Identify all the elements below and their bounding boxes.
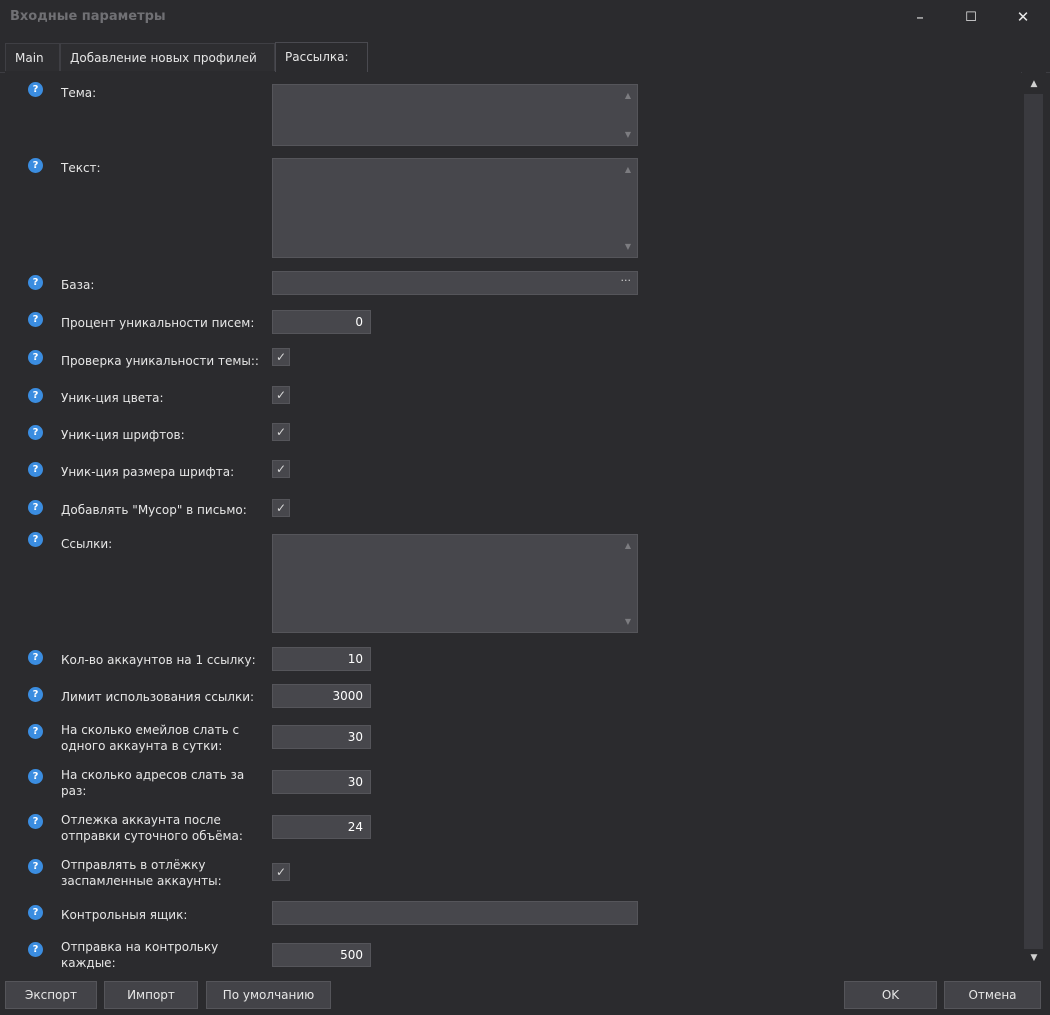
help-icon[interactable]: ? xyxy=(28,388,43,403)
scroll-up-icon[interactable]: ▲ xyxy=(1022,74,1046,94)
baza-input[interactable]: ··· xyxy=(272,271,638,295)
send-spammed-checkbox[interactable]: ✓ xyxy=(272,863,290,881)
help-icon[interactable]: ? xyxy=(28,859,43,874)
control-box-input[interactable] xyxy=(272,901,638,925)
scroll-up-icon[interactable]: ▲ xyxy=(623,91,633,100)
tema-textarea[interactable]: ▲ ▼ xyxy=(272,84,638,146)
color-label: Уник-ция цвета: xyxy=(61,391,164,405)
baza-label: База: xyxy=(61,278,95,292)
scroll-down-icon[interactable]: ▼ xyxy=(1022,948,1046,968)
link-limit-label: Лимит использования ссылки: xyxy=(61,690,255,704)
links-textarea[interactable]: ▲ ▼ xyxy=(272,534,638,633)
control-every-label-1: Отправка на контрольку xyxy=(61,940,219,954)
font-size-checkbox[interactable]: ✓ xyxy=(272,460,290,478)
scroll-thumb[interactable] xyxy=(1024,94,1043,949)
cooldown-input[interactable]: 24 xyxy=(272,815,371,839)
help-icon[interactable]: ? xyxy=(28,650,43,665)
help-icon[interactable]: ? xyxy=(28,158,43,173)
emails-per-day-input[interactable]: 30 xyxy=(272,725,371,749)
cooldown-label-2: отправки суточного объёма: xyxy=(61,829,243,843)
help-icon[interactable]: ? xyxy=(28,82,43,97)
help-icon[interactable]: ? xyxy=(28,724,43,739)
button-bar: Экспорт Импорт По умолчанию OK Отмена xyxy=(0,970,1050,1015)
close-button[interactable]: ✕ xyxy=(1000,0,1046,34)
tema-label: Тема: xyxy=(61,86,97,100)
check-theme-label: Проверка уникальности темы:: xyxy=(61,354,259,368)
help-icon[interactable]: ? xyxy=(28,814,43,829)
help-icon[interactable]: ? xyxy=(28,462,43,477)
garbage-checkbox[interactable]: ✓ xyxy=(272,499,290,517)
help-icon[interactable]: ? xyxy=(28,275,43,290)
browse-button[interactable]: ··· xyxy=(621,270,632,292)
help-icon[interactable]: ? xyxy=(28,350,43,365)
addresses-per-send-label-1: На сколько адресов слать за xyxy=(61,768,245,782)
scroll-down-icon[interactable]: ▼ xyxy=(623,130,633,139)
links-label: Ссылки: xyxy=(61,537,113,551)
accounts-per-link-input[interactable]: 10 xyxy=(272,647,371,671)
export-button[interactable]: Экспорт xyxy=(5,981,97,1009)
title-bar: Входные параметры – ☐ ✕ xyxy=(0,0,1050,34)
tab-bar: Main Добавление новых профилей Рассылка: xyxy=(0,42,1050,73)
accounts-per-link-label: Кол-во аккаунтов на 1 ссылку: xyxy=(61,653,256,667)
help-icon[interactable]: ? xyxy=(28,425,43,440)
settings-panel: ? Тема: ▲ ▼ ? Текст: ▲ ▼ ? База: ··· ? П… xyxy=(5,72,1021,970)
tab-mailing[interactable]: Рассылка: xyxy=(275,42,368,72)
send-spammed-label-1: Отправлять в отлёжку xyxy=(61,858,206,872)
window-title: Входные параметры xyxy=(10,9,166,24)
send-spammed-label-2: заспамленные аккаунты: xyxy=(61,874,222,888)
font-size-label: Уник-ция размера шрифта: xyxy=(61,465,235,479)
percent-input[interactable]: 0 xyxy=(272,310,371,334)
garbage-label: Добавлять "Мусор" в письмо: xyxy=(61,503,247,517)
color-checkbox[interactable]: ✓ xyxy=(272,386,290,404)
addresses-per-send-input[interactable]: 30 xyxy=(272,770,371,794)
import-button[interactable]: Импорт xyxy=(104,981,198,1009)
percent-label: Процент уникальности писем: xyxy=(61,316,255,330)
cancel-button[interactable]: Отмена xyxy=(944,981,1041,1009)
control-every-label-2: каждые: xyxy=(61,956,116,970)
help-icon[interactable]: ? xyxy=(28,905,43,920)
help-icon[interactable]: ? xyxy=(28,942,43,957)
help-icon[interactable]: ? xyxy=(28,687,43,702)
scroll-down-icon[interactable]: ▼ xyxy=(623,242,633,251)
fonts-label: Уник-ция шрифтов: xyxy=(61,428,185,442)
emails-per-day-label-2: одного аккаунта в сутки: xyxy=(61,739,223,753)
help-icon[interactable]: ? xyxy=(28,532,43,547)
help-icon[interactable]: ? xyxy=(28,500,43,515)
tekst-textarea[interactable]: ▲ ▼ xyxy=(272,158,638,258)
scroll-up-icon[interactable]: ▲ xyxy=(623,541,633,550)
scroll-up-icon[interactable]: ▲ xyxy=(623,165,633,174)
cooldown-label-1: Отлежка аккаунта после xyxy=(61,813,221,827)
link-limit-input[interactable]: 3000 xyxy=(272,684,371,708)
check-theme-checkbox[interactable]: ✓ xyxy=(272,348,290,366)
tab-main[interactable]: Main xyxy=(5,43,60,71)
tekst-label: Текст: xyxy=(61,161,101,175)
control-box-label: Контрольныя ящик: xyxy=(61,908,188,922)
addresses-per-send-label-2: раз: xyxy=(61,784,87,798)
fonts-checkbox[interactable]: ✓ xyxy=(272,423,290,441)
tab-add-profiles[interactable]: Добавление новых профилей xyxy=(60,43,275,71)
ok-button[interactable]: OK xyxy=(844,981,937,1009)
minimize-button[interactable]: – xyxy=(897,0,943,34)
emails-per-day-label-1: На сколько емейлов слать с xyxy=(61,723,240,737)
scroll-down-icon[interactable]: ▼ xyxy=(623,617,633,626)
help-icon[interactable]: ? xyxy=(28,769,43,784)
maximize-button[interactable]: ☐ xyxy=(948,0,994,34)
control-every-input[interactable]: 500 xyxy=(272,943,371,967)
default-button[interactable]: По умолчанию xyxy=(206,981,331,1009)
help-icon[interactable]: ? xyxy=(28,312,43,327)
vertical-scrollbar[interactable]: ▲ ▼ xyxy=(1022,72,1046,970)
